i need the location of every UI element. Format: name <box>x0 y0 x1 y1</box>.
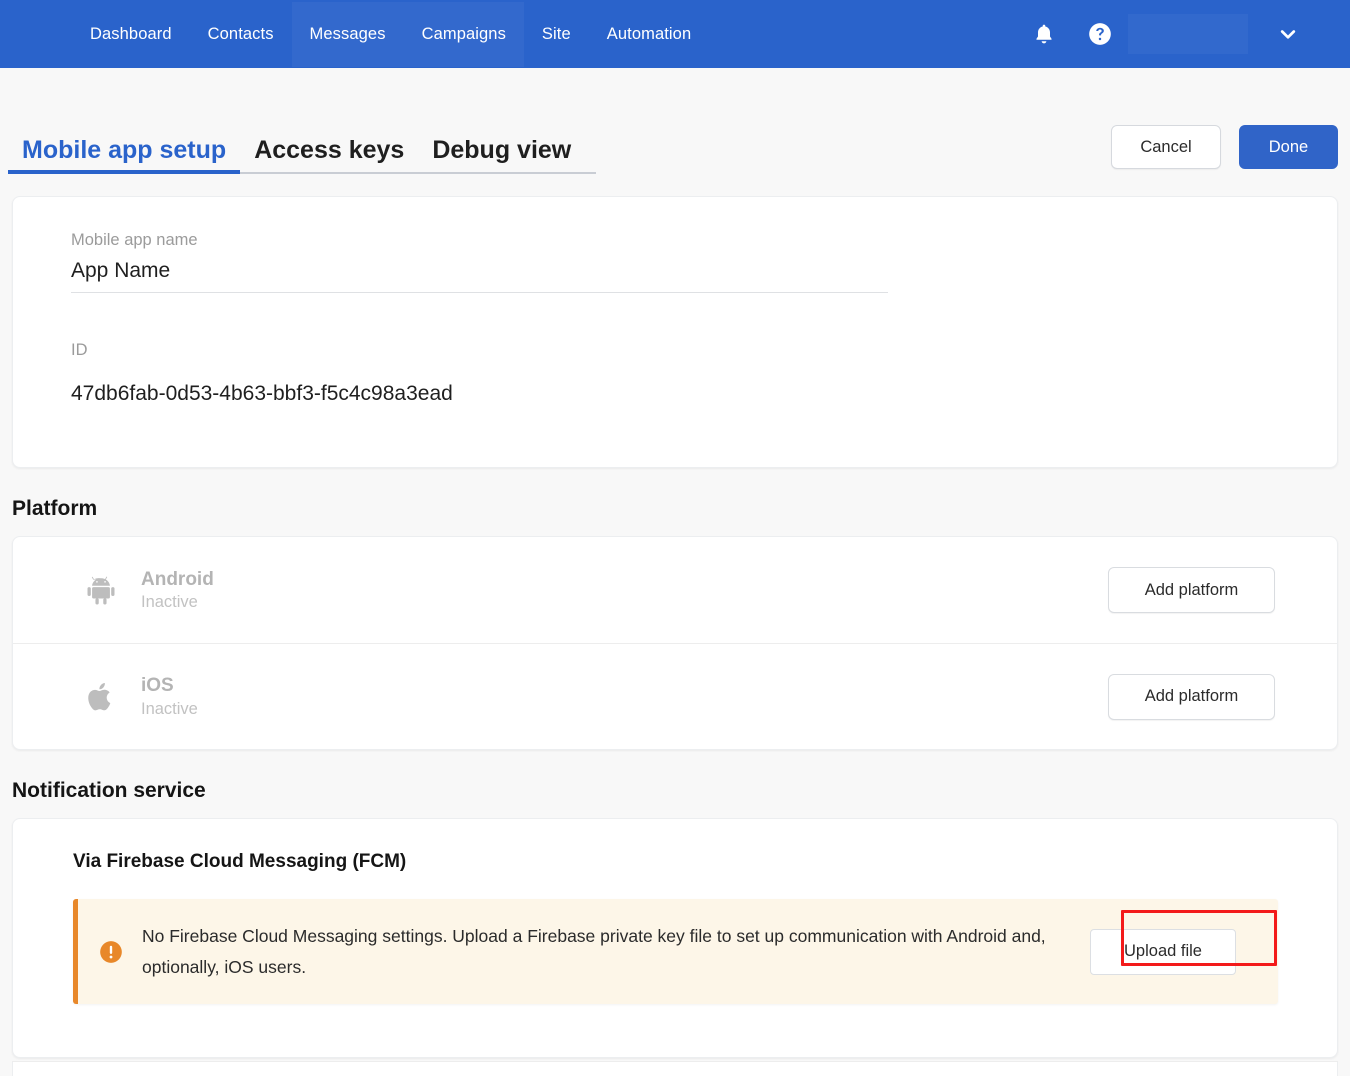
nav-link-dashboard[interactable]: Dashboard <box>72 2 190 67</box>
notification-service-title: Notification service <box>12 779 1338 803</box>
account-name-area <box>1128 14 1248 54</box>
page-body: Mobile app setup Access keys Debug view … <box>0 68 1350 1076</box>
fcm-provider-title: Via Firebase Cloud Messaging (FCM) <box>73 851 1277 873</box>
add-platform-button-android[interactable]: Add platform <box>1108 567 1275 613</box>
mobile-app-name-input-wrap <box>71 259 888 293</box>
mobile-app-name-label: Mobile app name <box>71 231 1279 250</box>
add-platform-button-ios[interactable]: Add platform <box>1108 674 1275 720</box>
app-id-value: 47db6fab-0d53-4b63-bbf3-f5c4c98a3ead <box>71 382 1279 406</box>
android-icon-wrap <box>79 572 123 608</box>
done-button[interactable]: Done <box>1239 125 1338 169</box>
platform-row-android: Android Inactive Add platform <box>13 537 1337 643</box>
platform-texts-ios: iOS Inactive <box>141 674 1108 719</box>
nav-link-campaigns[interactable]: Campaigns <box>404 2 524 67</box>
tab-mobile-app-setup[interactable]: Mobile app setup <box>8 138 240 172</box>
fcm-warning-text: No Firebase Cloud Messaging settings. Up… <box>142 921 1072 982</box>
apple-icon-wrap <box>79 678 123 716</box>
platform-name-ios: iOS <box>141 674 1108 698</box>
platform-status-ios: Inactive <box>141 700 1108 719</box>
apple-icon <box>84 678 118 716</box>
tab-bar: Mobile app setup Access keys Debug view <box>8 122 596 174</box>
mobile-app-name-input[interactable] <box>71 259 888 283</box>
nav-link-messages[interactable]: Messages <box>292 2 404 67</box>
notification-service-card: Via Firebase Cloud Messaging (FCM) No Fi… <box>12 818 1338 1058</box>
bell-icon <box>1032 22 1056 46</box>
upload-file-button[interactable]: Upload file <box>1090 929 1236 975</box>
exclamation-circle-icon <box>98 939 124 965</box>
account-menu-button[interactable] <box>1248 0 1328 68</box>
nav-link-site[interactable]: Site <box>524 2 589 67</box>
platform-status-android: Inactive <box>141 593 1108 612</box>
tab-debug-view[interactable]: Debug view <box>418 138 585 172</box>
platform-row-ios: iOS Inactive Add platform <box>13 643 1337 749</box>
help-button[interactable] <box>1072 0 1128 68</box>
fcm-warning-alert: No Firebase Cloud Messaging settings. Up… <box>73 899 1278 1004</box>
cancel-button[interactable]: Cancel <box>1111 125 1221 169</box>
platform-name-android: Android <box>141 568 1108 592</box>
mobile-app-card: Mobile app name ID 47db6fab-0d53-4b63-bb… <box>12 196 1338 468</box>
android-icon <box>83 572 119 608</box>
header-actions: Cancel Done <box>1111 122 1338 169</box>
nav-link-contacts[interactable]: Contacts <box>190 2 292 67</box>
top-navbar: Dashboard Contacts Messages Campaigns Si… <box>0 0 1350 68</box>
nav-links: Dashboard Contacts Messages Campaigns Si… <box>72 2 709 67</box>
platform-texts-android: Android Inactive <box>141 568 1108 613</box>
page-header: Mobile app setup Access keys Debug view … <box>12 68 1338 174</box>
navbar-right-cluster <box>1016 0 1350 68</box>
mobile-app-name-field: Mobile app name <box>71 231 1279 293</box>
tab-access-keys[interactable]: Access keys <box>240 138 418 172</box>
next-card-peek <box>12 1062 1338 1076</box>
notifications-button[interactable] <box>1016 0 1072 68</box>
app-id-label: ID <box>71 341 1279 360</box>
chevron-down-icon <box>1278 24 1298 44</box>
help-circle-icon <box>1087 21 1113 47</box>
platform-section-title: Platform <box>12 497 1338 521</box>
platform-card: Android Inactive Add platform iOS Inacti… <box>12 536 1338 750</box>
nav-link-automation[interactable]: Automation <box>589 2 709 67</box>
app-id-field: ID 47db6fab-0d53-4b63-bbf3-f5c4c98a3ead <box>71 341 1279 406</box>
